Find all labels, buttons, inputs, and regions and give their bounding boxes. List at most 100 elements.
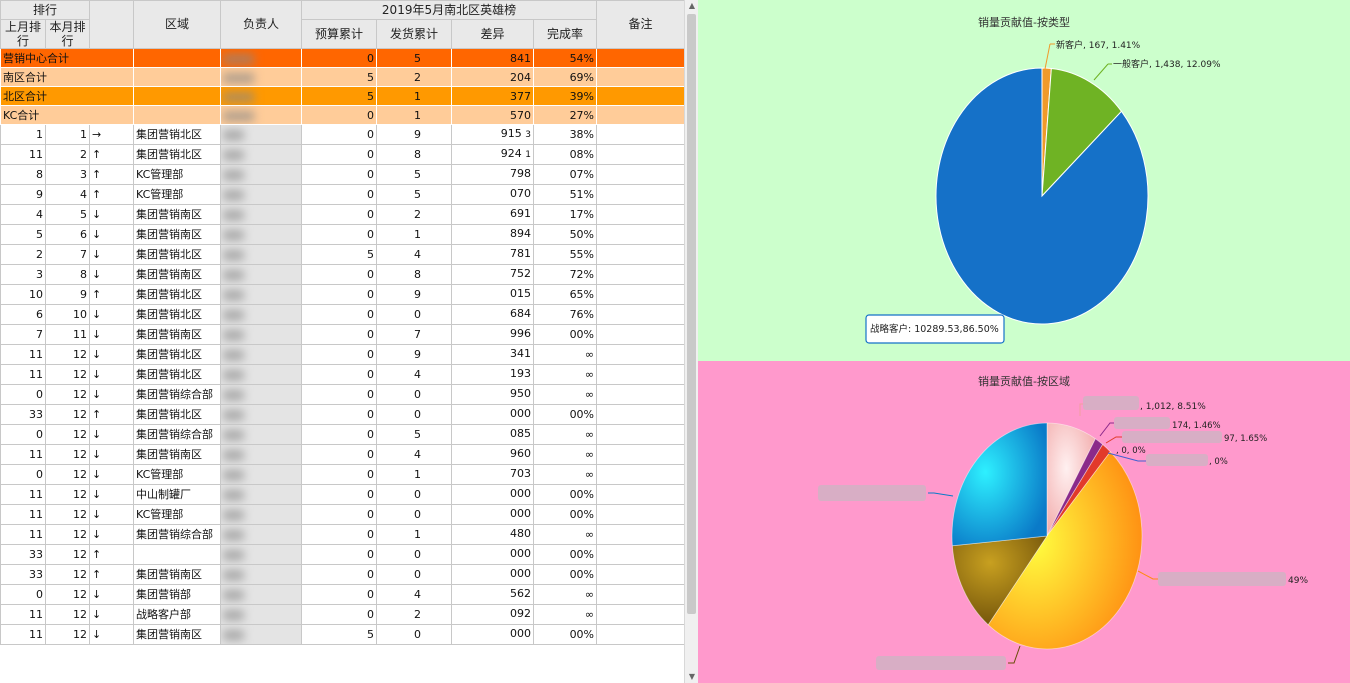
rank-change-icon: ↓ <box>89 504 135 525</box>
pie-slice-region-8[interactable] <box>951 422 1048 547</box>
table-row[interactable]: 4 5 ↓ 集团营销南区 ■■ 0 2 691 17% <box>0 204 684 225</box>
table-row[interactable]: 11 12 ↓ 战略客户部 ■■ 0 2 092 ∞ <box>0 604 684 625</box>
budget-header[interactable]: 预算累计 <box>301 19 378 49</box>
remark-header[interactable]: 备注 <box>596 0 684 49</box>
rate-header[interactable]: 完成率 <box>533 19 598 49</box>
table-row[interactable]: 3 8 ↓ 集团营销南区 ■■ 0 8 752 72% <box>0 264 684 285</box>
table-row[interactable]: 0 12 ↓ 集团营销综合部 ■■ 0 0 950 ∞ <box>0 384 684 405</box>
summary-diff: 377 <box>510 89 532 103</box>
this-month-rank: 12 <box>44 424 91 445</box>
owner-header[interactable]: 负责人 <box>220 0 303 49</box>
table-row[interactable]: 33 12 ↑ 集团营销北区 ■■ 0 0 000 00% <box>0 404 684 425</box>
owner-cell: ■■ <box>220 224 303 245</box>
table-row[interactable]: 7 11 ↓ 集团营销南区 ■■ 0 7 996 00% <box>0 324 684 345</box>
table-row[interactable]: 0 12 ↓ 集团营销部 ■■ 0 4 562 ∞ <box>0 584 684 605</box>
remark-cell <box>596 584 684 605</box>
summary-row[interactable]: 南区合计 ■■■ 5 2 204 69% <box>0 67 684 87</box>
blurred-label <box>1083 396 1139 410</box>
this-month-rank: 11 <box>44 324 91 345</box>
owner-cell: ■■ <box>220 504 303 525</box>
scroll-up-icon[interactable]: ▲ <box>685 0 699 12</box>
table-row[interactable]: 11 2 ↑ 集团营销北区 ■■ 0 8 924 1 08% <box>0 144 684 165</box>
table-row[interactable]: 11 12 ↓ KC管理部 ■■ 0 0 000 00% <box>0 504 684 525</box>
this-month-rank: 6 <box>44 224 91 245</box>
last-month-rank: 6 <box>0 304 46 325</box>
budget-cell: 0 <box>301 304 378 325</box>
region-label-2: 174, 1.46% <box>1172 421 1221 431</box>
rank-change-icon: ↓ <box>89 344 135 365</box>
budget-cell: 0 <box>301 444 378 465</box>
rank-change-icon: ↓ <box>89 424 135 445</box>
table-row[interactable]: 33 12 ↑ ■■ 0 0 000 00% <box>0 544 684 565</box>
table-row[interactable]: 10 9 ↑ 集团营销北区 ■■ 0 9 015 65% <box>0 284 684 305</box>
last-month-rank: 0 <box>0 384 46 405</box>
remark-cell <box>596 324 684 345</box>
last-month-rank: 0 <box>0 584 46 605</box>
region-cell: 集团营销南区 <box>133 204 222 225</box>
budget-cell: 5 <box>301 244 378 265</box>
last-month-rank-header[interactable]: 上月排行 <box>0 19 46 49</box>
region-header[interactable]: 区域 <box>133 0 222 49</box>
budget-cell: 0 <box>301 184 378 205</box>
summary-budget: 0 <box>367 51 375 65</box>
rank-change-icon: ↓ <box>89 304 135 325</box>
table-row[interactable]: 6 10 ↓ 集团营销北区 ■■ 0 0 684 76% <box>0 304 684 325</box>
table-row[interactable]: 0 12 ↓ 集团营销综合部 ■■ 0 5 085 ∞ <box>0 424 684 445</box>
rate-cell: 00% <box>533 624 598 645</box>
this-month-rank: 12 <box>44 464 91 485</box>
region-cell: 集团营销北区 <box>133 344 222 365</box>
tooltip-text: 战略客户: 10289.53,86.50% <box>870 323 999 335</box>
shipped-cell: 0 <box>376 384 453 405</box>
rate-cell: ∞ <box>533 584 598 605</box>
rank-change-icon: ↓ <box>89 584 135 605</box>
table-row[interactable]: 2 7 ↓ 集团营销北区 ■■ 5 4 781 55% <box>0 244 684 265</box>
remark-cell <box>596 304 684 325</box>
scroll-thumb[interactable] <box>687 14 696 614</box>
table-row[interactable]: 11 12 ↓ 中山制罐厂 ■■ 0 0 000 00% <box>0 484 684 505</box>
table-row[interactable]: 11 12 ↓ 集团营销北区 ■■ 0 9 341 ∞ <box>0 344 684 365</box>
rate-cell: ∞ <box>533 444 598 465</box>
remark-cell <box>596 404 684 425</box>
table-row[interactable]: 9 4 ↑ KC管理部 ■■ 0 5 070 51% <box>0 184 684 205</box>
owner-cell: ■■ <box>220 324 303 345</box>
budget-cell: 0 <box>301 284 378 305</box>
table-row[interactable]: 33 12 ↑ 集团营销南区 ■■ 0 0 000 00% <box>0 564 684 585</box>
vertical-scrollbar[interactable]: ▲ ▼ <box>684 0 699 683</box>
shipped-cell: 2 <box>376 604 453 625</box>
summary-row[interactable]: 营销中心合计 ■■■ 0 5 841 54% <box>0 48 684 68</box>
last-month-rank: 11 <box>0 144 46 165</box>
table-row[interactable]: 11 12 ↓ 集团营销南区 ■■ 0 4 960 ∞ <box>0 444 684 465</box>
shipped-cell: 5 <box>376 184 453 205</box>
table-row[interactable]: 0 12 ↓ KC管理部 ■■ 0 1 703 ∞ <box>0 464 684 485</box>
shipped-cell: 9 <box>376 284 453 305</box>
rate-cell: 00% <box>533 484 598 505</box>
diff-cell: 781 <box>451 244 535 265</box>
region-cell: 集团营销南区 <box>133 324 222 345</box>
diff-cell: 000 <box>451 404 535 425</box>
table-row[interactable]: 11 12 ↓ 集团营销南区 ■■ 5 0 000 00% <box>0 624 684 645</box>
rank-change-icon: ↓ <box>89 364 135 385</box>
summary-owner-cell: ■■■ <box>223 70 255 84</box>
this-month-rank: 12 <box>44 624 91 645</box>
last-month-rank: 11 <box>0 504 46 525</box>
blurred-label-2 <box>1114 417 1170 429</box>
blurred-label-5 <box>1146 454 1208 466</box>
shipped-header[interactable]: 发货累计 <box>376 19 453 49</box>
table-row[interactable]: 1 1 → 集团营销北区 ■■ 0 9 915 3 38% <box>0 124 684 145</box>
table-row[interactable]: 8 3 ↑ KC管理部 ■■ 0 5 798 07% <box>0 164 684 185</box>
summary-row[interactable]: KC合计 ■■■ 0 1 570 27% <box>0 105 684 125</box>
budget-cell: 0 <box>301 364 378 385</box>
this-month-rank-header[interactable]: 本月排行 <box>44 19 91 49</box>
scroll-down-icon[interactable]: ▼ <box>685 671 699 683</box>
diff-header[interactable]: 差异 <box>451 19 535 49</box>
owner-cell: ■■ <box>220 604 303 625</box>
owner-cell: ■■ <box>220 244 303 265</box>
summary-rate: 54% <box>569 51 595 65</box>
table-row[interactable]: 5 6 ↓ 集团营销南区 ■■ 0 1 894 50% <box>0 224 684 245</box>
shipped-cell: 0 <box>376 304 453 325</box>
table-row[interactable]: 11 12 ↓ 集团营销综合部 ■■ 0 1 480 ∞ <box>0 524 684 545</box>
summary-row[interactable]: 北区合计 ■■■ 5 1 377 39% <box>0 86 684 106</box>
last-month-rank: 8 <box>0 164 46 185</box>
last-month-rank: 11 <box>0 344 46 365</box>
table-row[interactable]: 11 12 ↓ 集团营销北区 ■■ 0 4 193 ∞ <box>0 364 684 385</box>
